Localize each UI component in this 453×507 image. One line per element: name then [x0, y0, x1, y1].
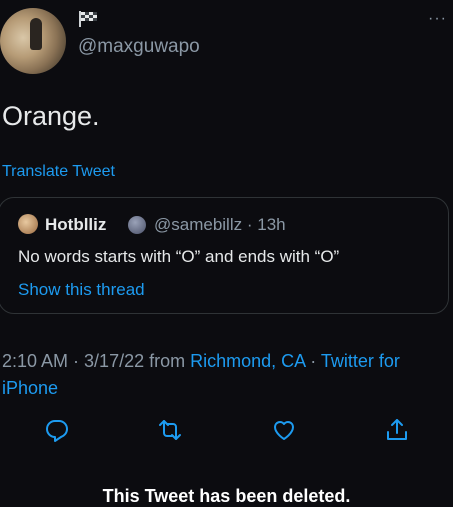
show-thread-link[interactable]: Show this thread [18, 280, 145, 300]
smiley-emoji-icon [128, 216, 146, 234]
quoted-author-handle[interactable]: @samebillz [154, 215, 242, 234]
checkered-flag-icon [79, 11, 97, 27]
quoted-tweet-text: No words starts with “O” and ends with “… [18, 247, 340, 266]
reply-icon[interactable] [44, 417, 70, 443]
quoted-author-handle-time: @samebillz · 13h [154, 215, 286, 235]
quoted-tweet-card[interactable]: Hotblliz @samebillz · 13h No words start… [0, 197, 449, 314]
location-link[interactable]: Richmond, CA [190, 351, 305, 371]
from-label: from [144, 351, 191, 371]
tweet-date[interactable]: 3/17/22 [84, 351, 144, 371]
quoted-timestamp[interactable]: 13h [257, 215, 285, 234]
tweet-text: Orange. [2, 101, 100, 131]
deleted-caption: This Tweet has been deleted. [102, 486, 351, 506]
translate-tweet-link[interactable]: Translate Tweet [2, 163, 115, 181]
author-handle[interactable]: @maxguwapo [78, 36, 200, 58]
more-options-icon[interactable]: ··· [428, 10, 447, 28]
share-icon[interactable] [384, 417, 410, 443]
author-avatar[interactable] [0, 8, 66, 74]
like-icon[interactable] [271, 417, 297, 443]
tweet-time[interactable]: 2:10 AM [2, 351, 68, 371]
separator: · [305, 351, 321, 371]
retweet-icon[interactable] [157, 417, 183, 443]
quoted-author-name[interactable]: Hotblliz [45, 215, 106, 235]
separator: · [246, 215, 253, 234]
quoted-author-avatar[interactable] [18, 214, 38, 234]
tweet-metadata: 2:10 AM · 3/17/22 from Richmond, CA · Tw… [2, 348, 447, 402]
separator: · [68, 351, 85, 371]
